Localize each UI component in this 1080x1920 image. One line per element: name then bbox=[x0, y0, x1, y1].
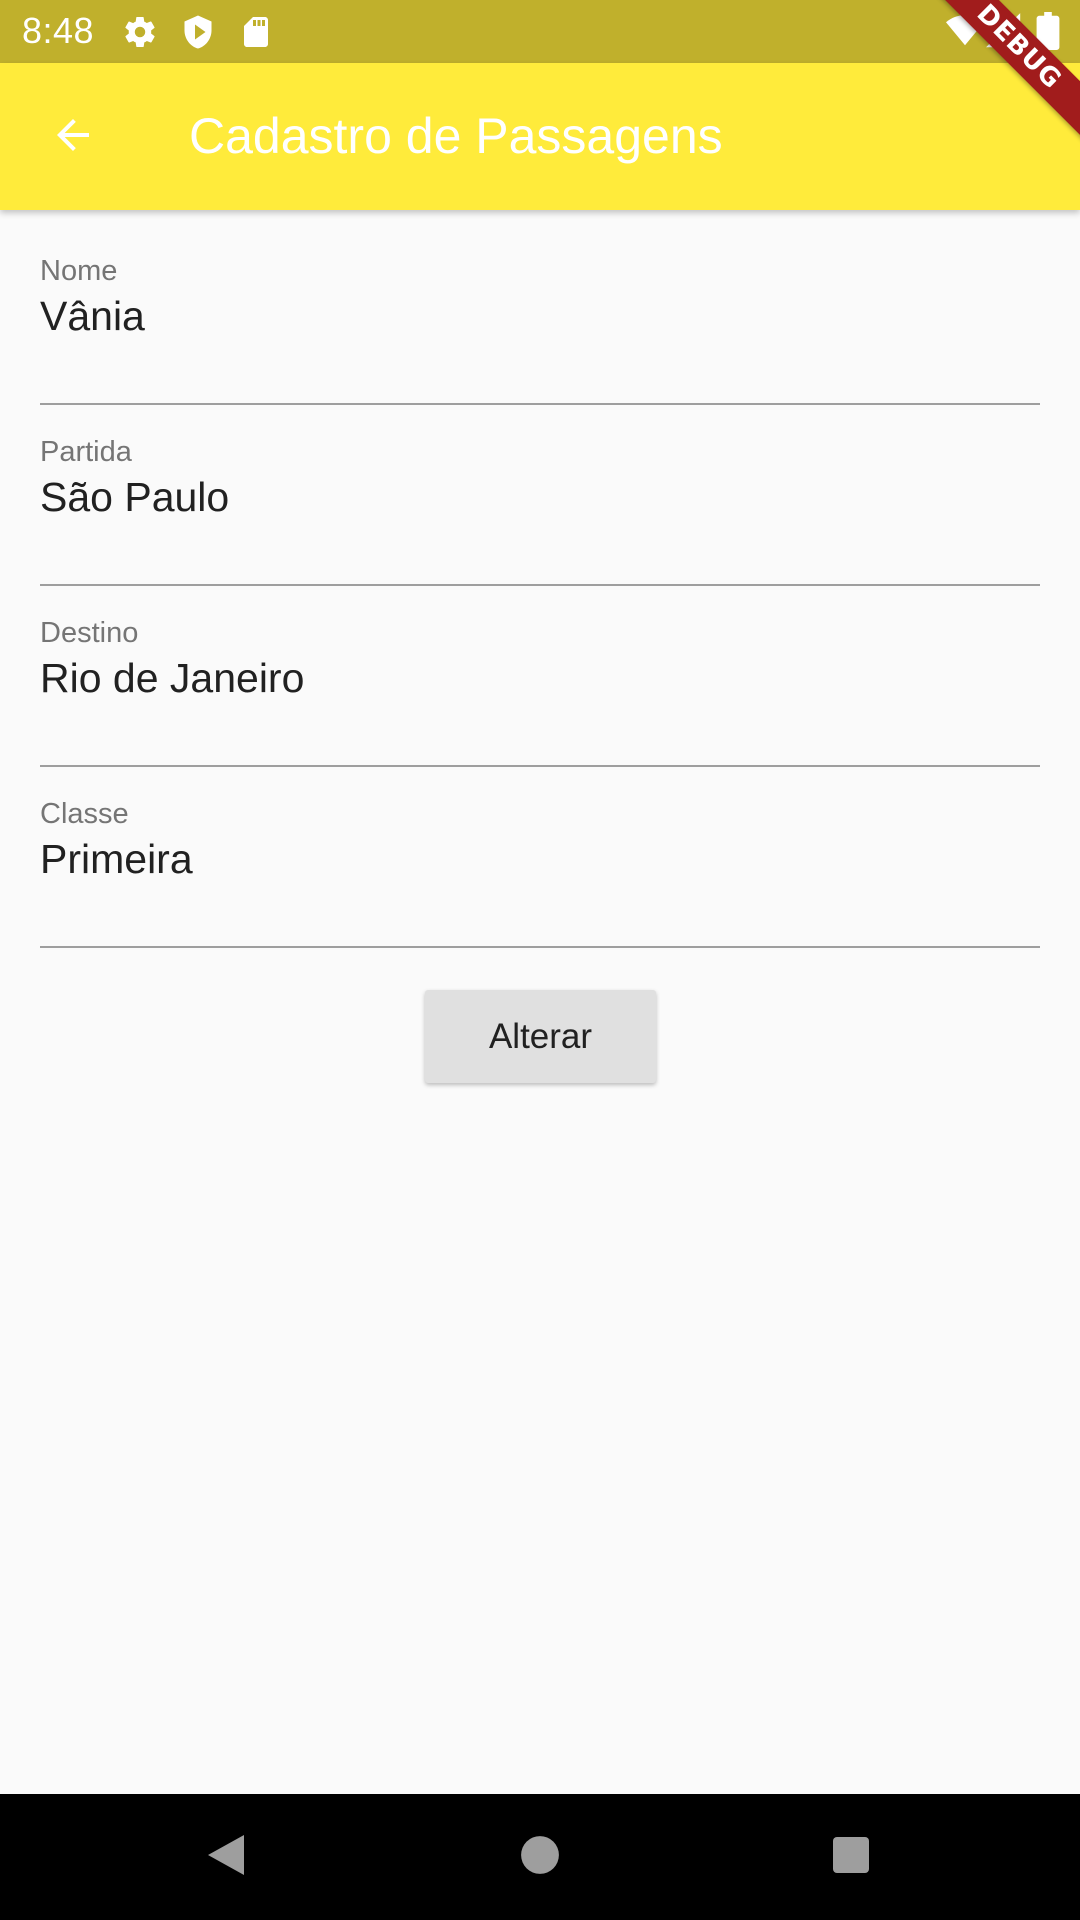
navigation-bar bbox=[0, 1794, 1080, 1920]
nav-home-button[interactable] bbox=[470, 1794, 610, 1920]
home-circle-icon bbox=[519, 1834, 561, 1881]
field-underline bbox=[40, 584, 1040, 586]
classe-value[interactable]: Primeira bbox=[40, 836, 193, 883]
status-bar: 8:48 bbox=[0, 0, 1080, 63]
recents-square-icon bbox=[831, 1835, 871, 1880]
field-underline bbox=[40, 765, 1040, 767]
destino-value[interactable]: Rio de Janeiro bbox=[40, 655, 304, 702]
back-triangle-icon bbox=[204, 1831, 248, 1884]
settings-icon bbox=[122, 14, 158, 55]
arrow-back-icon bbox=[49, 111, 97, 164]
classe-label: Classe bbox=[40, 798, 129, 830]
alterar-button[interactable]: Alterar bbox=[425, 990, 656, 1083]
sd-card-icon bbox=[238, 14, 274, 55]
nav-back-button[interactable] bbox=[156, 1794, 296, 1920]
partida-field[interactable]: Partida São Paulo bbox=[40, 436, 1040, 586]
partida-label: Partida bbox=[40, 436, 132, 468]
app-bar: Cadastro de Passagens bbox=[0, 63, 1080, 210]
page-title: Cadastro de Passagens bbox=[189, 108, 723, 164]
nome-field[interactable]: Nome Vânia bbox=[40, 255, 1040, 405]
field-underline bbox=[40, 403, 1040, 405]
partida-value[interactable]: São Paulo bbox=[40, 474, 229, 521]
field-underline bbox=[40, 946, 1040, 948]
destino-label: Destino bbox=[40, 617, 139, 649]
nav-recents-button[interactable] bbox=[781, 1794, 921, 1920]
status-time: 8:48 bbox=[22, 10, 95, 51]
nome-label: Nome bbox=[40, 255, 118, 287]
nome-value[interactable]: Vânia bbox=[40, 293, 145, 340]
destino-field[interactable]: Destino Rio de Janeiro bbox=[40, 617, 1040, 767]
back-button[interactable] bbox=[30, 101, 116, 173]
classe-field[interactable]: Classe Primeira bbox=[40, 798, 1040, 948]
shield-icon bbox=[180, 14, 216, 55]
